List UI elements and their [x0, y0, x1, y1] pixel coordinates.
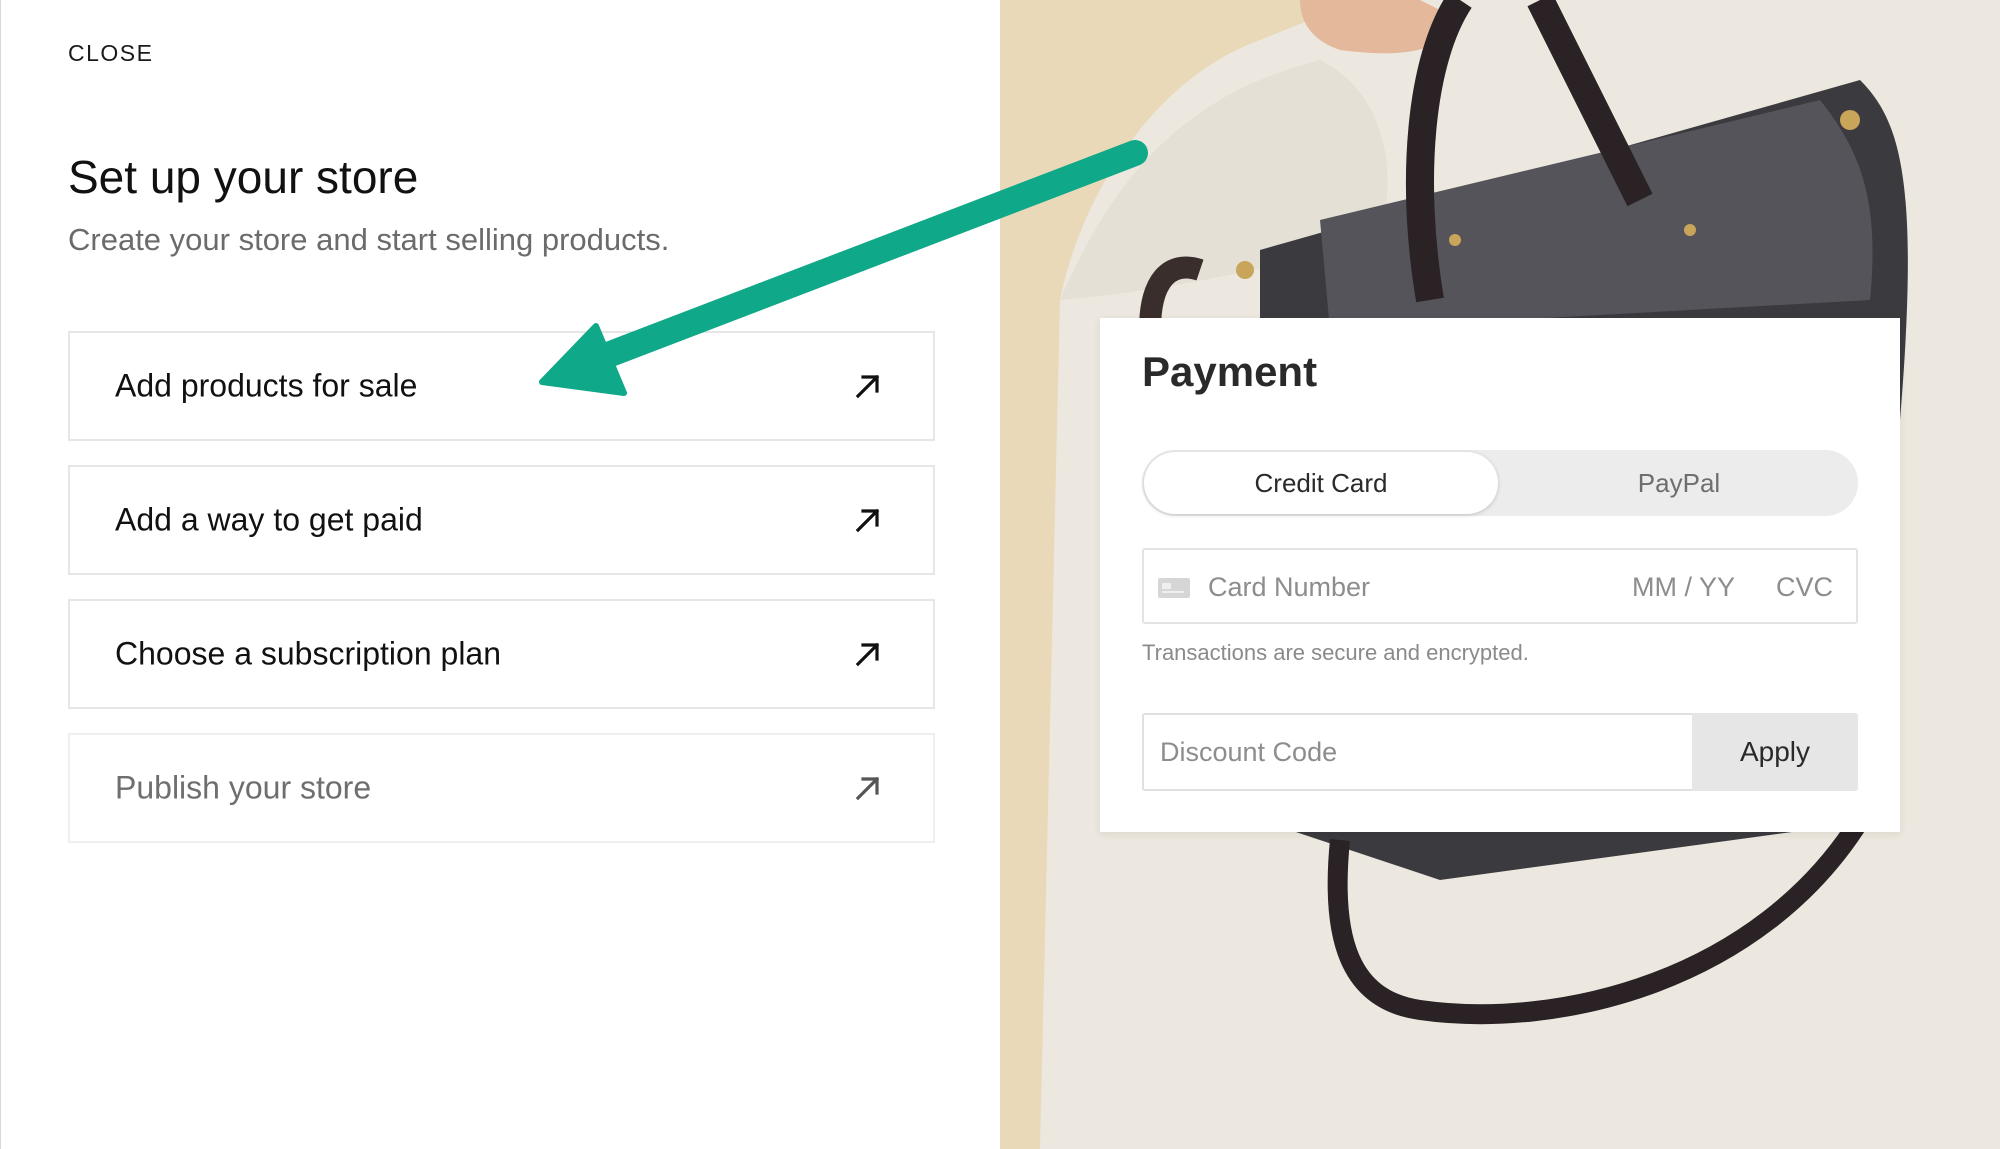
- step-add-products[interactable]: Add products for sale: [68, 331, 935, 441]
- credit-card-icon: [1158, 578, 1190, 598]
- setup-panel: CLOSE Set up your store Create your stor…: [0, 0, 1000, 1149]
- discount-field: Apply: [1142, 713, 1858, 791]
- step-label: Choose a subscription plan: [115, 635, 502, 672]
- discount-code-input[interactable]: [1160, 737, 1660, 768]
- payment-method-toggle: PayPal Credit Card: [1142, 450, 1858, 516]
- close-button[interactable]: CLOSE: [68, 40, 153, 67]
- arrow-up-right-icon: [853, 773, 883, 803]
- arrow-up-right-icon: [853, 639, 883, 669]
- payment-title: Payment: [1142, 348, 1318, 395]
- setup-step-list: Add products for sale Add a way to get p…: [68, 331, 935, 867]
- arrow-up-right-icon: [853, 371, 883, 401]
- card-details-field: [1142, 548, 1858, 624]
- step-label: Add a way to get paid: [115, 501, 423, 538]
- apply-button[interactable]: Apply: [1692, 713, 1858, 791]
- tab-paypal[interactable]: PayPal: [1502, 450, 1856, 516]
- step-label: Publish your store: [115, 769, 372, 806]
- page-title: Set up your store: [68, 151, 419, 203]
- card-cvc-input[interactable]: [1776, 572, 1846, 603]
- secure-note: Transactions are secure and encrypted.: [1142, 640, 1529, 665]
- page-subtitle: Create your store and start selling prod…: [68, 222, 670, 257]
- step-publish-store[interactable]: Publish your store: [68, 733, 935, 843]
- card-number-input[interactable]: [1208, 572, 1588, 603]
- step-add-payment[interactable]: Add a way to get paid: [68, 465, 935, 575]
- tab-credit-card[interactable]: Credit Card: [1144, 452, 1498, 514]
- store-setup-screen: CLOSE Set up your store Create your stor…: [0, 0, 2000, 1149]
- arrow-up-right-icon: [853, 505, 883, 535]
- card-expiry-input[interactable]: [1632, 572, 1742, 603]
- step-choose-plan[interactable]: Choose a subscription plan: [68, 599, 935, 709]
- step-label: Add products for sale: [115, 367, 418, 404]
- payment-card: Payment PayPal Credit Card Transactions …: [1100, 318, 1900, 832]
